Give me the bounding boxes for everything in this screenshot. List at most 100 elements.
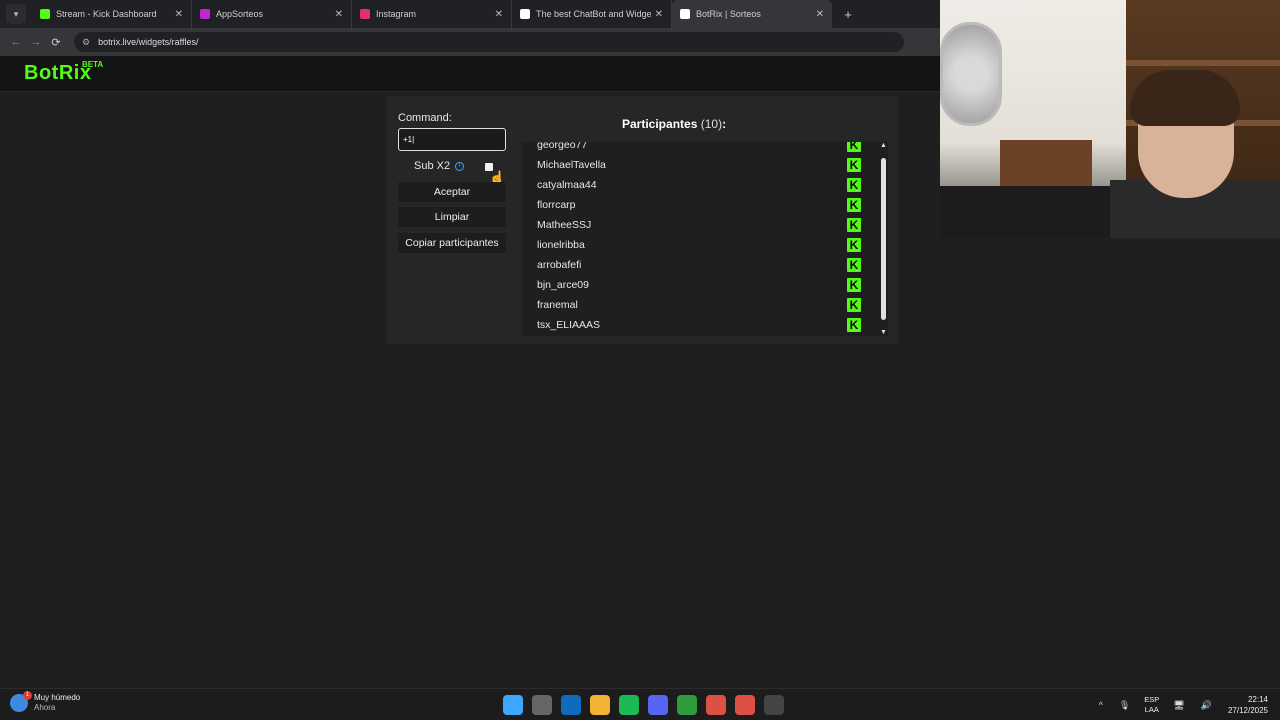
system-tray: ^ 🎙 ESP LAA 🖥 🔊 22:14 27/12/2025 [1091, 689, 1280, 720]
participant-name: MichaelTavella [537, 159, 606, 171]
appsorteos-icon [200, 9, 210, 19]
obs-icon[interactable] [763, 695, 784, 715]
participant-row: florrcarp K [522, 195, 888, 215]
participants-count: (10) [700, 117, 723, 131]
participant-name: lionelribba [537, 239, 585, 251]
outlook-icon[interactable] [560, 695, 581, 715]
participant-row: arrobafefi K [522, 255, 888, 275]
chrome-icon[interactable] [705, 695, 726, 715]
close-tab-icon[interactable]: ✕ [816, 9, 824, 20]
close-tab-icon[interactable]: ✕ [655, 9, 663, 20]
participant-name: catyalmaa44 [537, 179, 597, 191]
kick-icon: K [847, 258, 861, 272]
close-tab-icon[interactable]: ✕ [175, 9, 183, 20]
command-label: Command: [398, 112, 452, 124]
kick-icon: K [847, 318, 861, 332]
browser-toolbar: ← → ⟳ ⚙ botrix.live/widgets/raffles/ [0, 28, 940, 56]
microphone-icon[interactable]: 🎙 [1119, 700, 1130, 711]
participant-row: georgeo77 K [522, 142, 888, 155]
scroll-down-icon[interactable]: ▼ [880, 329, 887, 336]
new-tab-button[interactable]: + [838, 7, 858, 22]
tab-search-menu-icon[interactable]: ▾ [6, 4, 26, 24]
sub-x2-row: Sub X2 i [414, 160, 465, 172]
participant-row: MatheeSSJ K [522, 215, 888, 235]
layout-code: LAA [1144, 705, 1159, 714]
taskbar-apps [498, 695, 788, 715]
tab-title: Stream - Kick Dashboard [56, 9, 157, 19]
botrix-icon [520, 9, 530, 19]
participant-row: catyalmaa44 K [522, 175, 888, 195]
browser-tab[interactable]: BotRix | Sorteos ✕ [672, 0, 832, 28]
file-explorer-icon[interactable] [589, 695, 610, 715]
forward-icon[interactable]: → [26, 36, 46, 48]
back-icon[interactable]: ← [6, 36, 26, 48]
weather-widget[interactable]: 1 Muy húmedo Ahora [10, 691, 80, 713]
taskbar: 1 Muy húmedo Ahora ^ 🎙 ESP LAA 🖥 🔊 22:14… [0, 688, 1280, 720]
weather-title: Muy húmedo [34, 693, 81, 702]
fan [940, 22, 1002, 126]
show-hidden-icons-icon[interactable]: ^ [1099, 700, 1103, 710]
browser-tab[interactable]: Instagram ✕ [352, 0, 512, 28]
volume-icon[interactable]: 🔊 [1201, 700, 1212, 711]
participants-scrollbar[interactable]: ▲ ▼ [880, 142, 888, 336]
kick-icon [40, 9, 50, 19]
participant-row: tsx_ELIAAAS K [522, 315, 888, 335]
kick-icon: K [847, 198, 861, 212]
spotify-icon[interactable] [618, 695, 639, 715]
kick-icon: K [847, 158, 861, 172]
weather-icon: 1 [10, 691, 32, 712]
participant-name: franemal [537, 299, 578, 311]
kick-app-icon[interactable] [676, 695, 697, 715]
accept-button[interactable]: Aceptar [398, 182, 506, 202]
participant-name: florrcarp [537, 199, 576, 211]
address-bar[interactable]: ⚙ botrix.live/widgets/raffles/ [74, 32, 904, 52]
site-settings-icon[interactable]: ⚙ [82, 37, 90, 48]
windows-start-icon[interactable] [502, 695, 523, 715]
copy-participants-button[interactable]: Copiar participantes [398, 233, 506, 253]
shelf-board [1126, 60, 1280, 66]
screen: { "browser": { "tabs": [ {"label": "Stre… [0, 0, 1280, 720]
webcam-overlay [940, 0, 1280, 238]
reload-icon[interactable]: ⟳ [46, 36, 66, 49]
weather-badge: 1 [23, 691, 32, 700]
clear-button[interactable]: Limpiar [398, 207, 506, 227]
raffle-panel: Command: +1| Sub X2 i ☝ Aceptar Limpiar … [386, 96, 898, 344]
info-icon[interactable]: i [455, 161, 465, 171]
task-view-icon[interactable] [531, 695, 552, 715]
browser-tab[interactable]: Stream - Kick Dashboard ✕ [32, 0, 192, 28]
clock-time: 22:14 [1247, 695, 1268, 704]
discord-icon[interactable] [647, 695, 668, 715]
language-code: ESP [1144, 695, 1160, 704]
kick-icon: K [847, 278, 861, 292]
participant-name: MatheeSSJ [537, 219, 592, 231]
weather-subtitle: Ahora [34, 703, 56, 712]
close-tab-icon[interactable]: ✕ [335, 9, 343, 20]
network-icon[interactable]: 🖥 [1173, 700, 1184, 711]
participants-label: Participantes [622, 117, 698, 131]
kick-icon: K [847, 178, 861, 192]
beta-badge: BETA [82, 60, 104, 69]
weather-text: Muy húmedo Ahora [34, 693, 80, 713]
browser-tab[interactable]: The best ChatBot and Widgets ✕ [512, 0, 672, 28]
url-text: botrix.live/widgets/raffles/ [98, 37, 199, 47]
kick-icon: K [847, 238, 861, 252]
kick-icon: K [847, 218, 861, 232]
participant-name: arrobafefi [537, 259, 582, 271]
participants-list[interactable]: georgeo77 K MichaelTavella Kcatyalmaa44 Kflo… [522, 142, 888, 336]
clock[interactable]: 22:14 27/12/2025 [1228, 694, 1268, 716]
participant-name: georgeo77 [537, 142, 588, 151]
clock-date: 27/12/2025 [1227, 706, 1268, 715]
tab-title: Instagram [376, 9, 417, 19]
close-tab-icon[interactable]: ✕ [495, 9, 503, 20]
scroll-up-icon[interactable]: ▲ [880, 142, 887, 149]
scroll-thumb[interactable] [881, 158, 886, 320]
streamer-hair [1130, 70, 1240, 126]
participant-row: MichaelTavella K [522, 155, 888, 175]
participants-colon: : [722, 117, 727, 131]
chrome-profile-icon[interactable] [734, 695, 755, 715]
language-indicator[interactable]: ESP LAA [1144, 695, 1159, 715]
tab-title: AppSorteos [216, 9, 264, 19]
participant-row: franemal K [522, 295, 888, 315]
command-input[interactable]: +1| [398, 128, 506, 151]
browser-tab[interactable]: AppSorteos ✕ [192, 0, 352, 28]
